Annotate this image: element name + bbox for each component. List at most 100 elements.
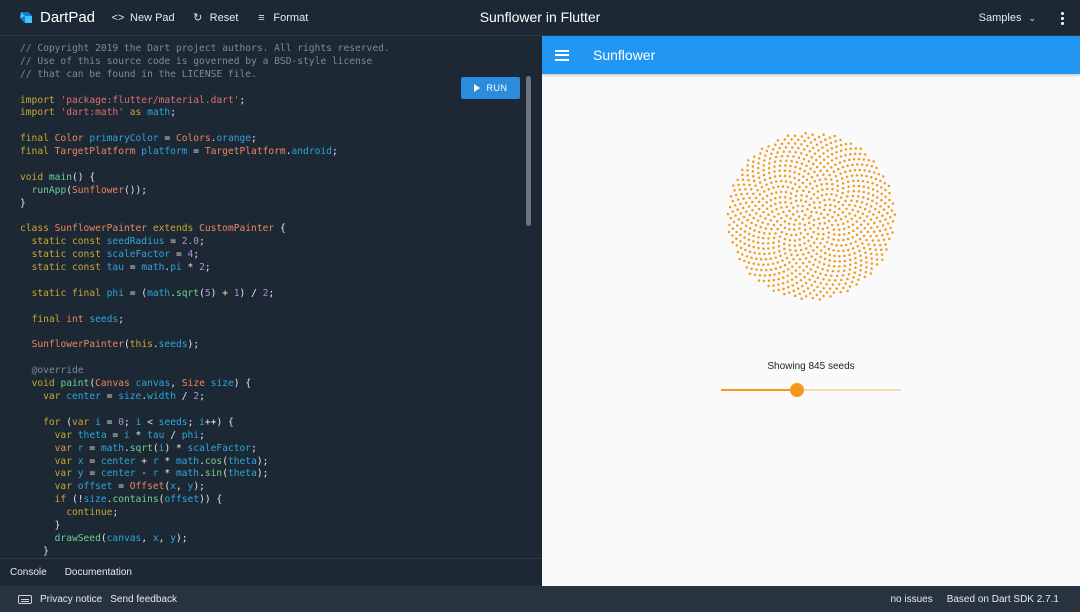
seed-dot (867, 192, 870, 195)
seed-dot (820, 194, 824, 197)
seed-dot (806, 232, 809, 236)
brand[interactable]: DartPad (18, 9, 95, 26)
code-line: drawSeed(canvas, x, y); (54, 532, 188, 544)
seed-dot (885, 248, 888, 251)
seed-dot (860, 174, 864, 177)
run-button[interactable]: RUN (461, 77, 520, 99)
seed-dot (878, 243, 882, 247)
seed-dot (778, 146, 781, 150)
format-button[interactable]: ≡ Format (254, 12, 308, 24)
seed-dot (764, 154, 767, 157)
seed-dot (818, 155, 822, 158)
seed-dot (741, 206, 745, 210)
seed-dot (768, 232, 771, 235)
seed-dot (854, 261, 857, 265)
seed-dot (800, 194, 803, 197)
seed-dot (865, 174, 868, 178)
seed-dot (745, 210, 748, 213)
seed-dot (809, 214, 813, 218)
seed-dot (837, 213, 840, 217)
code-line: void main() { (20, 171, 96, 183)
seed-dot (794, 233, 798, 237)
seed-dot (741, 178, 745, 182)
seed-dot (888, 198, 891, 202)
app-bar: Sunflower (542, 36, 1080, 74)
seed-dot (747, 244, 751, 247)
console-tab[interactable]: Console (10, 567, 47, 578)
documentation-tab[interactable]: Documentation (65, 567, 132, 578)
seed-dot (778, 201, 782, 204)
seed-dot (868, 247, 872, 251)
seed-dot (799, 278, 803, 282)
seed-dot (782, 242, 786, 246)
editor-scrollbar[interactable] (526, 76, 531, 226)
menu-icon[interactable] (555, 49, 569, 61)
seed-dot (855, 220, 858, 223)
seed-dot (774, 180, 778, 183)
issues-status[interactable]: no issues (890, 594, 932, 605)
seed-dot (844, 153, 847, 157)
seed-dot (757, 230, 761, 234)
seed-dot (816, 227, 820, 230)
seed-dot (818, 178, 822, 181)
seed-dot (800, 143, 803, 146)
reset-button[interactable]: ↻ Reset (191, 11, 238, 25)
seed-dot (838, 207, 841, 211)
seed-dot (820, 183, 823, 186)
code-editor[interactable]: // Copyright 2019 the Dart project autho… (0, 36, 536, 558)
samples-dropdown[interactable]: Samples ⌄ (979, 0, 1036, 36)
seed-dot (870, 262, 874, 265)
seed-dot (847, 190, 850, 193)
seed-dot (879, 205, 882, 208)
seed-dot (868, 210, 871, 213)
seed-dot (754, 224, 758, 227)
seed-dot (734, 214, 737, 217)
seed-dot (747, 232, 751, 236)
status-bar: Privacy notice Send feedback no issues B… (0, 586, 1080, 612)
seed-dot (816, 245, 819, 249)
seed-dot (807, 239, 810, 242)
code-line: final Color primaryColor = Colors.orange… (20, 133, 257, 145)
seed-dot (856, 245, 860, 248)
seed-dot (785, 214, 788, 218)
seed-dot (788, 169, 792, 173)
seed-slider[interactable] (721, 383, 901, 397)
seed-dot (858, 216, 862, 220)
seed-dot (800, 162, 804, 165)
seed-dot (852, 276, 855, 279)
seed-dot (786, 268, 790, 271)
seed-dot (839, 143, 843, 147)
new-pad-button[interactable]: <> New Pad (111, 12, 175, 24)
code-text[interactable]: // Copyright 2019 the Dart project autho… (20, 43, 390, 558)
seed-dot (825, 240, 829, 244)
seed-dot (825, 143, 828, 147)
seed-dot (827, 231, 831, 234)
code-line: final TargetPlatform platform = TargetPl… (20, 146, 338, 158)
code-line: @override (31, 365, 84, 377)
seed-dot (862, 234, 866, 238)
seed-dot (876, 190, 879, 193)
seed-dot (851, 223, 855, 226)
seed-dot (884, 243, 887, 246)
more-vert-icon[interactable] (1054, 9, 1070, 27)
seed-dot (768, 252, 771, 255)
send-feedback-link[interactable]: Send feedback (110, 594, 177, 605)
code-line: var y = center - r * math.sin(theta); (54, 468, 269, 480)
privacy-notice-link[interactable]: Privacy notice (40, 594, 102, 605)
seed-dot (839, 149, 843, 152)
seed-dot (791, 265, 794, 268)
seed-dot (866, 222, 870, 226)
seed-dot (875, 202, 878, 205)
seed-dot (783, 220, 787, 223)
slider-thumb[interactable] (789, 383, 804, 397)
seed-dot (810, 283, 813, 287)
seed-dot (756, 166, 760, 170)
seed-dot (753, 229, 756, 232)
keyboard-icon[interactable] (18, 594, 32, 604)
seed-dot (768, 176, 772, 180)
seed-dot (748, 213, 752, 217)
seed-dot (832, 265, 836, 268)
seed-dot (843, 259, 847, 263)
seed-dot (740, 221, 744, 224)
